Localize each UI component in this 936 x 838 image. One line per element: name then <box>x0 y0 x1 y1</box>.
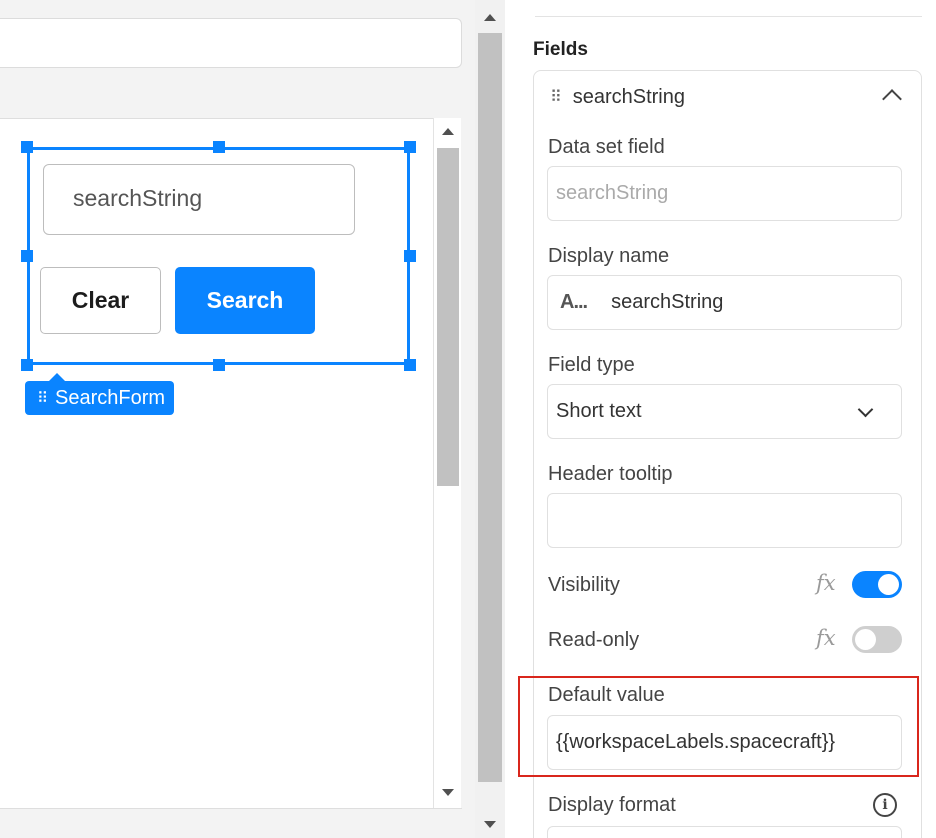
scroll-down-arrow-icon[interactable] <box>484 821 496 828</box>
panel-title: Fields <box>533 39 588 60</box>
divider <box>535 16 922 17</box>
canvas-scrollbar-thumb[interactable] <box>437 148 459 486</box>
search-string-input[interactable]: searchString <box>43 164 355 235</box>
page-scrollbar-thumb[interactable] <box>478 33 502 782</box>
data-set-field-input: searchString <box>547 166 902 221</box>
read-only-label: Read-only <box>548 629 640 651</box>
toggle-knob <box>855 629 876 650</box>
resize-handle-left[interactable] <box>21 250 33 262</box>
resize-handle-bottom[interactable] <box>213 359 225 371</box>
field-type-value: Short text <box>556 400 642 422</box>
canvas-area: searchString Clear Search ⠿ SearchForm <box>0 0 475 838</box>
drag-handle-icon[interactable]: ⠿ <box>550 89 562 106</box>
resize-handle-top-left[interactable] <box>21 141 33 153</box>
resize-handle-bottom-left[interactable] <box>21 359 33 371</box>
header-tooltip-label: Header tooltip <box>548 463 673 485</box>
clear-button[interactable]: Clear <box>40 267 161 334</box>
text-format-icon[interactable]: A... <box>560 291 588 314</box>
display-format-label: Display format <box>548 794 676 816</box>
highlight-annotation <box>518 676 919 777</box>
visibility-toggle[interactable] <box>852 571 902 598</box>
field-type-label: Field type <box>548 354 635 376</box>
scroll-up-arrow-icon[interactable] <box>484 14 496 21</box>
header-tooltip-input[interactable] <box>547 493 902 548</box>
page-scrollbar[interactable] <box>475 0 505 838</box>
field-name: searchString <box>572 86 685 108</box>
chevron-down-icon[interactable] <box>857 401 874 418</box>
top-bar-input[interactable] <box>0 18 462 68</box>
visibility-label: Visibility <box>548 574 620 596</box>
display-name-label: Display name <box>548 245 670 267</box>
canvas-scrollbar[interactable] <box>433 118 461 808</box>
info-icon[interactable]: i <box>873 793 897 817</box>
field-type-select[interactable]: Short text <box>547 384 902 439</box>
field-card-header[interactable]: ⠿ searchString <box>550 86 685 109</box>
canvas-bottom-bar <box>0 808 462 838</box>
display-format-input[interactable] <box>547 826 902 838</box>
display-name-value: searchString <box>611 291 724 313</box>
data-set-field-value: searchString <box>556 182 669 204</box>
toggle-knob <box>878 574 899 595</box>
scroll-up-arrow-icon[interactable] <box>442 128 454 135</box>
read-only-toggle[interactable] <box>852 626 902 653</box>
resize-handle-bottom-right[interactable] <box>404 359 416 371</box>
drag-handle-icon[interactable]: ⠿ <box>37 391 48 406</box>
component-name-tag[interactable]: ⠿ SearchForm <box>25 373 175 415</box>
scroll-down-arrow-icon[interactable] <box>442 789 454 796</box>
resize-handle-top[interactable] <box>213 141 225 153</box>
display-name-input[interactable]: A... searchString <box>547 275 902 330</box>
resize-handle-top-right[interactable] <box>404 141 416 153</box>
component-name-label: SearchForm <box>55 386 166 409</box>
search-button[interactable]: Search <box>175 267 315 334</box>
data-set-field-label: Data set field <box>548 136 665 158</box>
visibility-fx-icon[interactable]: fx <box>816 571 836 595</box>
resize-handle-right[interactable] <box>404 250 416 262</box>
read-only-fx-icon[interactable]: fx <box>816 626 836 650</box>
